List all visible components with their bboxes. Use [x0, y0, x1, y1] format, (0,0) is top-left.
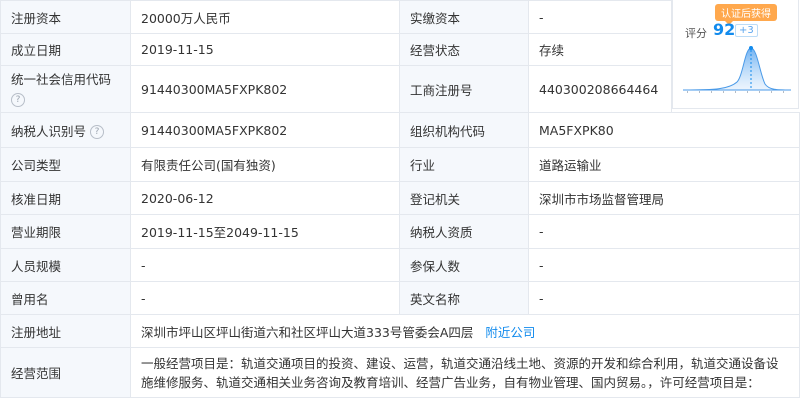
- score-value: 92: [713, 20, 736, 39]
- business-scope-label: 经营范围: [0, 347, 131, 398]
- org-code-label: 组织机构代码: [399, 112, 529, 148]
- business-scope-value: 一般经营项目是：轨道交通项目的投资、建设、运营，轨道交通沿线土地、资源的开发和综…: [130, 347, 800, 398]
- approval-date-label: 核准日期: [0, 181, 131, 215]
- registration-authority-value: 深圳市市场监督管理局: [528, 181, 800, 215]
- table-row: 注册地址 深圳市坪山区坪山街道六和社区坪山大道333号管委会A四层 附近公司: [0, 314, 800, 348]
- registered-address-value: 深圳市坪山区坪山街道六和社区坪山大道333号管委会A四层 附近公司: [130, 314, 800, 348]
- table-row: 经营范围 一般经营项目是：轨道交通项目的投资、建设、运营，轨道交通沿线土地、资源…: [0, 347, 800, 398]
- established-date-label: 成立日期: [0, 33, 131, 66]
- taxpayer-id-value: 91440300MA5FXPK802: [130, 112, 400, 148]
- org-code-value: MA5FXPK80: [528, 112, 800, 148]
- table-row: 营业期限 2019-11-15至2049-11-15 纳税人资质 -: [0, 214, 800, 249]
- chart-ticks: [687, 91, 784, 93]
- registered-address-label: 注册地址: [0, 314, 131, 348]
- business-reg-no-label: 工商注册号: [399, 65, 529, 113]
- former-name-label: 曾用名: [0, 281, 131, 315]
- company-type-label: 公司类型: [0, 147, 131, 182]
- approval-date-value: 2020-06-12: [130, 181, 400, 215]
- table-row: 曾用名 - 英文名称 -: [0, 281, 800, 315]
- registered-capital-value: 20000万人民币: [130, 0, 400, 34]
- industry-value: 道路运输业: [528, 147, 800, 182]
- english-name-value: -: [528, 281, 800, 315]
- taxpayer-qualification-label: 纳税人资质: [399, 214, 529, 249]
- company-type-value: 有限责任公司(国有独资): [130, 147, 400, 182]
- registered-capital-label: 注册资本: [0, 0, 131, 34]
- business-term-value: 2019-11-15至2049-11-15: [130, 214, 400, 249]
- staff-size-label: 人员规模: [0, 248, 131, 282]
- industry-label: 行业: [399, 147, 529, 182]
- operating-status-value: 存续: [528, 33, 672, 66]
- taxpayer-id-label: 纳税人识别号?: [0, 112, 131, 148]
- table-row: 纳税人识别号? 91440300MA5FXPK802 组织机构代码 MA5FXP…: [0, 112, 800, 148]
- help-icon[interactable]: ?: [90, 125, 105, 139]
- english-name-label: 英文名称: [399, 281, 529, 315]
- table-row: 核准日期 2020-06-12 登记机关 深圳市市场监督管理局: [0, 181, 800, 215]
- score-delta: +3: [735, 24, 758, 37]
- verify-badge[interactable]: 认证后获得: [715, 4, 777, 25]
- nearby-companies-link[interactable]: 附近公司: [485, 325, 535, 340]
- score-panel: 认证后获得 评分 92 +3: [672, 0, 799, 109]
- paid-capital-value: -: [528, 0, 672, 34]
- former-name-value: -: [130, 281, 400, 315]
- operating-status-label: 经营状态: [399, 33, 529, 66]
- established-date-value: 2019-11-15: [130, 33, 400, 66]
- table-row: 公司类型 有限责任公司(国有独资) 行业 道路运输业: [0, 147, 800, 182]
- taxpayer-qualification-value: -: [528, 214, 800, 249]
- insured-count-value: -: [528, 248, 800, 282]
- score-distribution-chart: [682, 46, 792, 93]
- business-term-label: 营业期限: [0, 214, 131, 249]
- distribution-curve: [682, 47, 792, 91]
- registration-authority-label: 登记机关: [399, 181, 529, 215]
- insured-count-label: 参保人数: [399, 248, 529, 282]
- credit-code-label: 统一社会信用代码 ?: [0, 65, 131, 113]
- business-reg-no-value: 440300208664464: [528, 65, 672, 113]
- paid-capital-label: 实缴资本: [399, 0, 529, 34]
- score-marker-dot: [749, 46, 753, 50]
- staff-size-value: -: [130, 248, 400, 282]
- table-row: 人员规模 - 参保人数 -: [0, 248, 800, 282]
- credit-code-value: 91440300MA5FXPK802: [130, 65, 400, 113]
- score-label: 评分: [685, 27, 707, 40]
- help-icon[interactable]: ?: [11, 92, 25, 107]
- company-info-panel: 注册资本 20000万人民币 实缴资本 - 成立日期 2019-11-15 经营…: [0, 0, 800, 405]
